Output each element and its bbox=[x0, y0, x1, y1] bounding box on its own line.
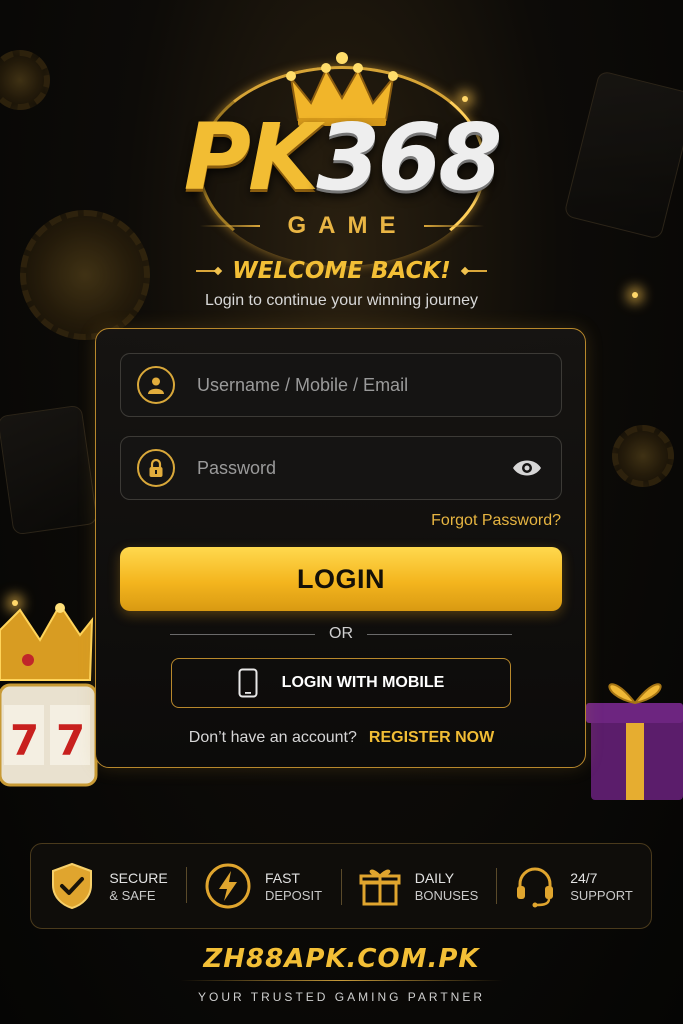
welcome-title: WELCOME BACK! bbox=[232, 258, 451, 284]
password-field bbox=[120, 436, 562, 500]
login-form-card: Forgot Password? LOGIN OR LOGIN WITH MOB… bbox=[95, 328, 586, 768]
brand-logo: PK368 GAME bbox=[0, 30, 683, 266]
feature-text: 24/7 SUPPORT bbox=[570, 871, 633, 902]
password-input[interactable] bbox=[197, 457, 509, 479]
logo-wordmark: PK368 bbox=[0, 112, 683, 204]
user-icon bbox=[137, 366, 175, 404]
site-tagline: YOUR TRUSTED GAMING PARTNER bbox=[197, 990, 486, 1004]
login-with-mobile-button[interactable]: LOGIN WITH MOBILE bbox=[171, 658, 511, 708]
gift-box-decoration bbox=[586, 683, 683, 800]
lock-icon bbox=[137, 449, 175, 487]
shield-check-icon bbox=[52, 862, 93, 910]
show-password-eye-icon[interactable] bbox=[509, 450, 545, 486]
feature-item-deposit: FAST DEPOSIT bbox=[186, 863, 341, 909]
username-input[interactable] bbox=[197, 374, 561, 396]
poker-chip-decoration bbox=[612, 425, 674, 487]
divider-line bbox=[170, 633, 315, 635]
logo-prefix: PK bbox=[183, 104, 320, 211]
or-label: OR bbox=[329, 625, 353, 642]
divider-line bbox=[180, 980, 503, 981]
feature-item-bonuses: DAILY BONUSES bbox=[341, 865, 496, 907]
gift-icon bbox=[359, 869, 401, 906]
feature-line1: 24/7 bbox=[570, 869, 598, 886]
divider-line bbox=[423, 225, 484, 227]
divider-dash bbox=[464, 270, 487, 272]
headset-icon bbox=[517, 867, 554, 908]
lightning-icon bbox=[205, 863, 251, 909]
svg-text:7: 7 bbox=[10, 716, 39, 765]
feature-line1: FAST bbox=[264, 869, 300, 886]
or-divider: OR bbox=[170, 625, 512, 643]
username-field bbox=[120, 353, 562, 417]
feature-line2: BONUSES bbox=[414, 887, 479, 903]
feature-line2: DEPOSIT bbox=[264, 887, 323, 903]
features-bar: SECURE & SAFE FAST DEPOSIT DAILY BONUSES… bbox=[30, 843, 652, 929]
feature-text: DAILY BONUSES bbox=[415, 871, 479, 902]
logo-subtitle: GAME bbox=[287, 212, 408, 239]
mobile-phone-icon bbox=[238, 668, 258, 698]
feature-item-support: 24/7 SUPPORT bbox=[496, 864, 651, 908]
slot-machine-decoration: 7 7 bbox=[0, 603, 98, 787]
svg-text:7: 7 bbox=[56, 716, 85, 765]
login-button[interactable]: LOGIN bbox=[120, 547, 562, 611]
feature-line2: & SAFE bbox=[109, 887, 156, 903]
site-domain: ZH88APK.COM.PK bbox=[203, 944, 480, 974]
divider-line bbox=[367, 633, 512, 635]
register-now-link[interactable]: REGISTER NOW bbox=[369, 729, 494, 746]
welcome-heading-row: WELCOME BACK! bbox=[0, 258, 683, 284]
logo-subtitle-row: GAME bbox=[0, 212, 683, 240]
feature-text: FAST DEPOSIT bbox=[265, 871, 322, 902]
feature-line1: DAILY bbox=[414, 869, 455, 886]
logo-number: 368 bbox=[316, 104, 502, 211]
divider-dash bbox=[196, 270, 219, 272]
welcome-subtitle: Login to continue your winning journey bbox=[204, 292, 479, 309]
register-prompt: Don’t have an account? REGISTER NOW bbox=[96, 729, 587, 747]
feature-text: SECURE & SAFE bbox=[109, 871, 167, 902]
no-account-text: Don’t have an account? bbox=[188, 729, 357, 746]
forgot-password-link[interactable]: Forgot Password? bbox=[431, 512, 561, 530]
login-with-mobile-label: LOGIN WITH MOBILE bbox=[281, 674, 445, 691]
feature-item-secure: SECURE & SAFE bbox=[31, 862, 186, 910]
feature-line1: SECURE bbox=[109, 869, 168, 886]
sparkle-decoration bbox=[12, 600, 18, 606]
feature-line2: SUPPORT bbox=[570, 887, 633, 903]
divider-line bbox=[199, 225, 260, 227]
playing-card-decoration bbox=[0, 404, 98, 536]
